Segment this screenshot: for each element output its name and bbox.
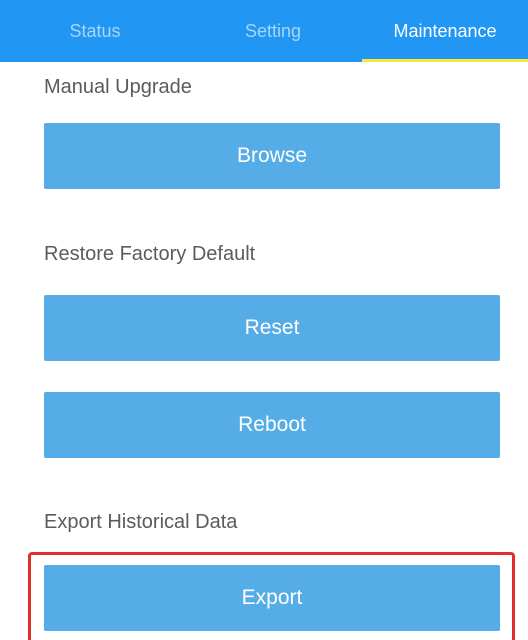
tab-status[interactable]: Status [40, 0, 150, 62]
restore-factory-default-label: Restore Factory Default [44, 243, 256, 265]
reset-button[interactable]: Reset [44, 295, 500, 361]
export-historical-data-label: Export Historical Data [44, 511, 238, 533]
reboot-button[interactable]: Reboot [44, 392, 500, 458]
tab-maintenance[interactable]: Maintenance [362, 0, 528, 62]
export-button[interactable]: Export [44, 565, 500, 631]
tab-bar: Status Setting Maintenance [0, 0, 528, 62]
manual-upgrade-label: Manual Upgrade [44, 76, 192, 98]
browse-button[interactable]: Browse [44, 123, 500, 189]
tab-setting[interactable]: Setting [218, 0, 328, 62]
maintenance-content[interactable]: Manual Upgrade Browse Restore Factory De… [0, 62, 528, 640]
